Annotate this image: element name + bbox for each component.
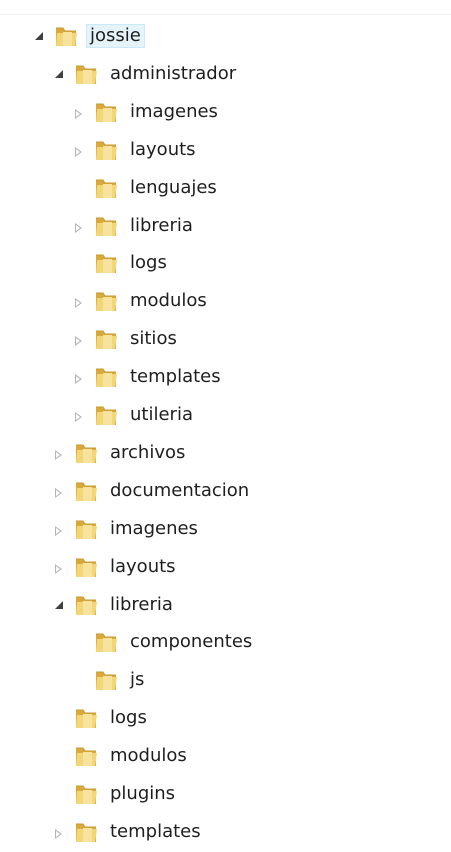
folder-icon: [94, 404, 118, 427]
tree-node-label: sitios: [130, 328, 177, 350]
tree-node-label: libreria: [130, 214, 193, 236]
folder-icon: [74, 783, 98, 806]
tree-node[interactable]: lenguajes: [0, 170, 451, 208]
folder-icon: [94, 669, 118, 692]
expand-arrow-icon[interactable]: [75, 108, 82, 119]
tree-node[interactable]: archivos: [0, 435, 451, 473]
folder-icon: [74, 556, 98, 579]
tree-node[interactable]: logs: [0, 245, 451, 283]
tree-node-label: archivos: [110, 441, 186, 463]
expand-arrow-icon[interactable]: [55, 563, 62, 574]
folder-icon: [94, 328, 118, 351]
folder-icon: [74, 594, 98, 617]
tree-node[interactable]: logs: [0, 700, 451, 738]
tree-node-label: documentacion: [110, 479, 250, 501]
tree-node-label: libreria: [110, 593, 173, 615]
tree-node[interactable]: componentes: [0, 624, 451, 662]
tree-node-label: lenguajes: [130, 176, 217, 198]
folder-icon: [94, 252, 118, 275]
tree-node[interactable]: jossie: [0, 18, 451, 56]
tree-node-label: plugins: [110, 783, 176, 804]
tree-node[interactable]: plugins: [0, 776, 451, 814]
folder-icon: [74, 745, 98, 768]
folder-icon: [94, 631, 118, 654]
tree-node[interactable]: layouts: [0, 549, 451, 587]
tree-node[interactable]: libreria: [0, 587, 451, 625]
tree-node[interactable]: libreria: [0, 208, 451, 246]
tree-node[interactable]: utileria: [0, 397, 451, 435]
tree-node-label: templates: [110, 820, 201, 842]
expand-arrow-icon[interactable]: [75, 336, 82, 347]
tree-node[interactable]: imagenes: [0, 511, 451, 549]
tree-node[interactable]: documentacion: [0, 473, 451, 511]
tree-node-label: imagenes: [130, 100, 218, 122]
expand-arrow-icon[interactable]: [75, 222, 82, 233]
folder-icon: [74, 480, 98, 503]
expand-arrow-icon[interactable]: [75, 374, 82, 385]
tree-node-label: componentes: [130, 631, 253, 653]
tree-node[interactable]: layouts: [0, 132, 451, 170]
folder-icon: [74, 821, 98, 844]
expand-arrow-icon[interactable]: [55, 487, 62, 498]
folder-icon: [74, 518, 98, 541]
tree-node[interactable]: js: [0, 662, 451, 700]
tree-node[interactable]: modulos: [0, 738, 451, 776]
folder-icon: [94, 101, 118, 124]
tree-node-label: jossie: [86, 24, 145, 48]
folder-icon: [94, 215, 118, 238]
collapse-arrow-icon[interactable]: [35, 32, 43, 40]
tree-node-label: utileria: [130, 404, 193, 425]
tree-node[interactable]: sitios: [0, 321, 451, 359]
expand-arrow-icon[interactable]: [75, 412, 82, 422]
tree-node-label: layouts: [130, 138, 196, 160]
collapse-arrow-icon[interactable]: [55, 600, 63, 609]
tree-node-label: logs: [130, 252, 167, 274]
folder-icon: [94, 290, 118, 313]
tree-node-label: modulos: [130, 290, 207, 312]
tree-node-label: logs: [110, 707, 147, 729]
expand-arrow-icon[interactable]: [55, 828, 62, 839]
folder-icon: [94, 177, 118, 200]
expand-arrow-icon[interactable]: [75, 298, 82, 309]
folder-icon: [94, 366, 118, 389]
tree-node-label: templates: [130, 366, 221, 388]
tree-node-label: js: [130, 669, 145, 691]
tree-node[interactable]: templates: [0, 814, 451, 852]
expand-arrow-icon[interactable]: [75, 146, 82, 157]
tree-node[interactable]: imagenes: [0, 94, 451, 132]
expand-arrow-icon[interactable]: [55, 525, 62, 536]
folder-icon: [94, 139, 118, 162]
tree-node-label: imagenes: [110, 517, 198, 539]
tree-node[interactable]: templates: [0, 359, 451, 397]
folder-icon: [74, 63, 98, 86]
tree-node-label: administrador: [110, 62, 237, 84]
tree-node[interactable]: modulos: [0, 283, 451, 321]
tree-node-label: layouts: [110, 555, 176, 577]
folder-icon: [54, 25, 78, 48]
tree-node[interactable]: administrador: [0, 56, 451, 94]
folder-icon: [74, 707, 98, 730]
expand-arrow-icon[interactable]: [55, 449, 62, 460]
tree-node-label: modulos: [110, 745, 187, 767]
collapse-arrow-icon[interactable]: [55, 69, 63, 78]
folder-icon: [74, 442, 98, 465]
folder-tree: jossie administrador imagenes layouts lengua…: [0, 0, 451, 848]
